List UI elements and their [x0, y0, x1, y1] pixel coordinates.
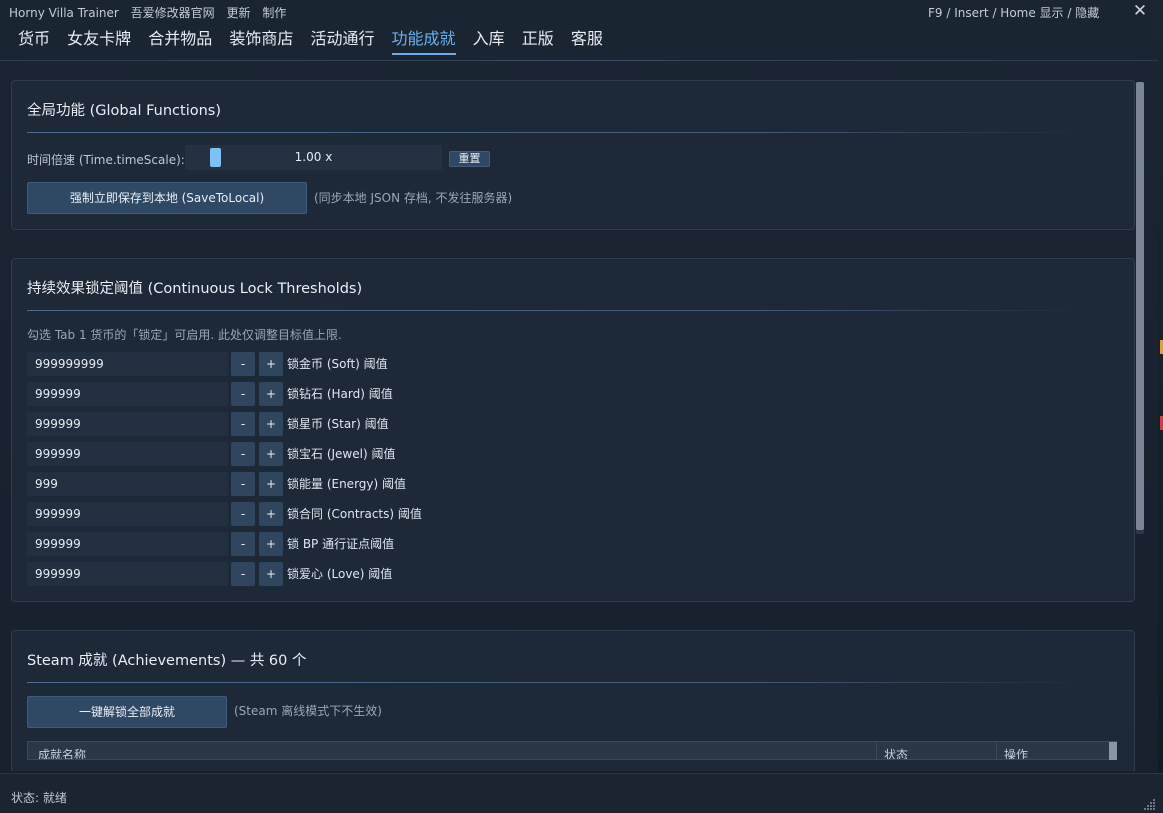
threshold-label-love: 锁爱心 (Love) 阈值 — [287, 567, 393, 581]
main-scrollbar[interactable] — [1136, 82, 1144, 534]
threshold-input-jewel[interactable]: 999999 — [27, 442, 228, 466]
hotkey-hint: F9 / Insert / Home 显示 / 隐藏 — [928, 6, 1100, 20]
threshold-label-jewel: 锁宝石 (Jewel) 阈值 — [287, 447, 396, 461]
decrement-button[interactable]: - — [231, 442, 255, 466]
decrement-button[interactable]: - — [231, 352, 255, 376]
increment-button[interactable]: + — [259, 562, 283, 586]
tab-currency[interactable]: 货币 — [18, 28, 50, 53]
tab-girlfriend-cards[interactable]: 女友卡牌 — [67, 28, 131, 53]
threshold-label-star: 锁星币 (Star) 阈值 — [287, 417, 389, 431]
title-bar: Horny Villa Trainer 吾爱修改器官网 更新 制作 F9 / I… — [0, 0, 1163, 24]
increment-button[interactable]: + — [259, 442, 283, 466]
tab-support[interactable]: 客服 — [571, 28, 603, 53]
status-bar: 状态: 就绪 — [0, 773, 1163, 813]
column-separator[interactable] — [876, 742, 877, 759]
decrement-button[interactable]: - — [231, 532, 255, 556]
threshold-input-soft[interactable]: 999999999 — [27, 352, 228, 376]
column-header-status[interactable]: 状态 — [884, 746, 908, 759]
threshold-label-hard: 锁钻石 (Hard) 阈值 — [287, 387, 393, 401]
threshold-label-bp: 锁 BP 通行证点阈值 — [287, 537, 395, 551]
timescale-label: 时间倍速 (Time.timeScale): — [27, 153, 185, 167]
increment-button[interactable]: + — [259, 532, 283, 556]
threshold-input-star[interactable]: 999999 — [27, 412, 228, 436]
tab-event-pass[interactable]: 活动通行 — [310, 28, 374, 53]
tab-decoration-shop[interactable]: 装饰商店 — [229, 28, 293, 53]
resize-grip-icon[interactable] — [1144, 798, 1156, 810]
table-scrollbar[interactable] — [1109, 742, 1117, 760]
link-official-site[interactable]: 吾爱修改器官网 — [131, 6, 215, 20]
decrement-button[interactable]: - — [231, 502, 255, 526]
trainer-window: Horny Villa Trainer 吾爱修改器官网 更新 制作 F9 / I… — [0, 0, 1163, 813]
achievements-card: Steam 成就 (Achievements) — 共 60 个 一键解锁全部成… — [11, 630, 1135, 771]
link-update[interactable]: 更新 — [227, 6, 251, 20]
timescale-value: 1.00 x — [294, 150, 333, 164]
tab-genuine[interactable]: 正版 — [522, 28, 554, 53]
section-divider — [27, 682, 1087, 683]
unlock-note: (Steam 离线模式下不生效) — [234, 704, 382, 718]
increment-button[interactable]: + — [259, 352, 283, 376]
lock-thresholds-card: 持续效果锁定阈值 (Continuous Lock Thresholds) 勾选… — [11, 258, 1135, 602]
reset-timescale-button[interactable]: 重置 — [449, 151, 490, 167]
increment-button[interactable]: + — [259, 472, 283, 496]
decrement-button[interactable]: - — [231, 562, 255, 586]
global-functions-title: 全局功能 (Global Functions) — [27, 103, 222, 119]
app-title: Horny Villa Trainer — [9, 6, 119, 20]
tab-features-achievements[interactable]: 功能成就 — [391, 28, 456, 55]
achievements-table-header: 成就名称 状态 操作 — [27, 741, 1117, 760]
column-header-action[interactable]: 操作 — [1004, 746, 1028, 759]
title-bar-left: Horny Villa Trainer 吾爱修改器官网 更新 制作 — [9, 4, 294, 21]
link-credits[interactable]: 制作 — [262, 6, 286, 20]
column-separator[interactable] — [996, 742, 997, 759]
decrement-button[interactable]: - — [231, 472, 255, 496]
threshold-input-hard[interactable]: 999999 — [27, 382, 228, 406]
save-to-local-button[interactable]: 强制立即保存到本地 (SaveToLocal) — [27, 182, 307, 214]
decrement-button[interactable]: - — [231, 412, 255, 436]
threshold-input-contracts[interactable]: 999999 — [27, 502, 228, 526]
threshold-input-bp[interactable]: 999999 — [27, 532, 228, 556]
threshold-label-energy: 锁能量 (Energy) 阈值 — [287, 477, 407, 491]
timescale-slider[interactable]: 1.00 x — [185, 145, 442, 170]
threshold-input-love[interactable]: 999999 — [27, 562, 228, 586]
increment-button[interactable]: + — [259, 382, 283, 406]
increment-button[interactable]: + — [259, 502, 283, 526]
threshold-input-energy[interactable]: 999 — [27, 472, 228, 496]
decrement-button[interactable]: - — [231, 382, 255, 406]
threshold-label-contracts: 锁合同 (Contracts) 阈值 — [287, 507, 422, 521]
lock-thresholds-title: 持续效果锁定阈值 (Continuous Lock Thresholds) — [27, 281, 363, 297]
column-header-name[interactable]: 成就名称 — [38, 746, 86, 759]
global-functions-card: 全局功能 (Global Functions) 时间倍速 (Time.timeS… — [11, 80, 1135, 230]
section-divider — [27, 132, 1087, 133]
unlock-all-achievements-button[interactable]: 一键解锁全部成就 — [27, 696, 227, 728]
status-text: 状态: 就绪 — [11, 791, 67, 805]
tabs-divider — [0, 60, 1163, 61]
thresholds-note: 勾选 Tab 1 货币的「锁定」可启用. 此处仅调整目标值上限. — [27, 328, 342, 342]
section-divider — [27, 310, 1087, 311]
close-icon[interactable]: ✕ — [1130, 1, 1150, 21]
save-note: (同步本地 JSON 存档, 不发往服务器) — [314, 191, 513, 205]
main-tabs: 货币 女友卡牌 合并物品 装饰商店 活动通行 功能成就 入库 正版 客服 — [18, 28, 615, 58]
achievements-title: Steam 成就 (Achievements) — 共 60 个 — [27, 653, 307, 669]
tab-inventory[interactable]: 入库 — [473, 28, 505, 53]
scrollbar-thumb[interactable] — [1136, 82, 1144, 530]
tab-merge-items[interactable]: 合并物品 — [148, 28, 212, 53]
increment-button[interactable]: + — [259, 412, 283, 436]
window-edge — [1158, 0, 1163, 813]
threshold-label-soft: 锁金币 (Soft) 阈值 — [287, 357, 388, 371]
